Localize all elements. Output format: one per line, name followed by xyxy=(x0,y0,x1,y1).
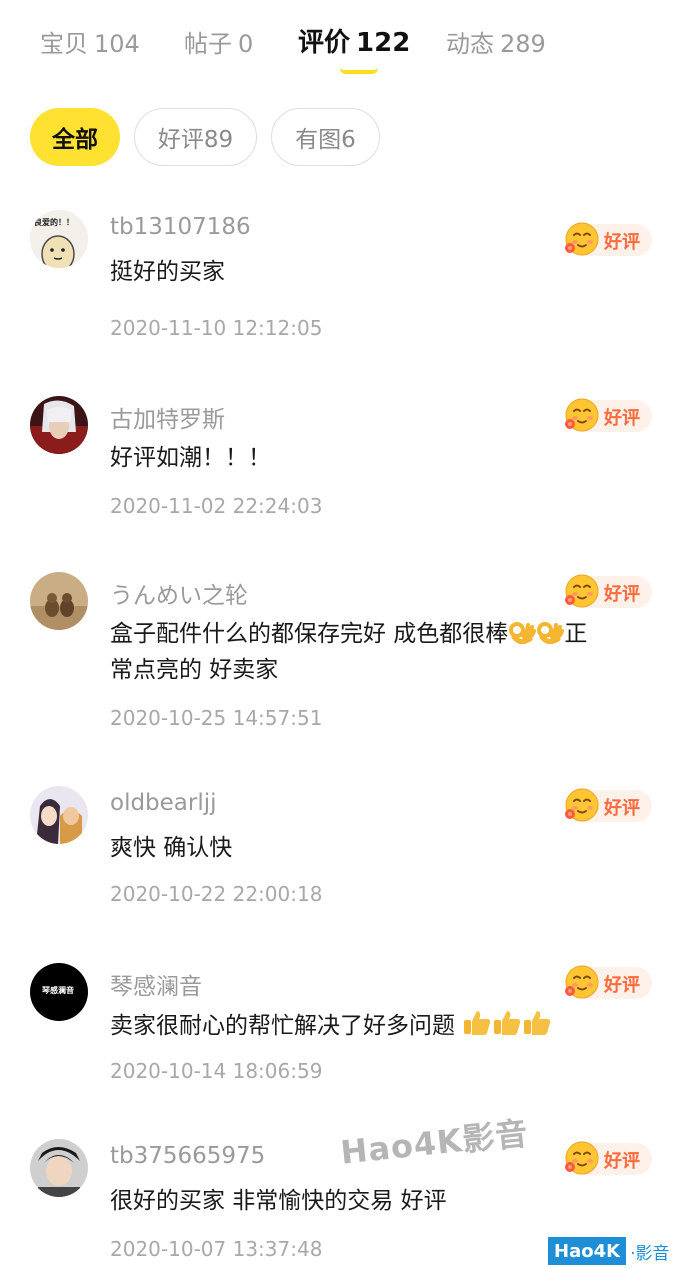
avatar[interactable]: 良爱的！！ xyxy=(30,210,88,268)
positive-review-badge: 好评 xyxy=(566,224,652,256)
avatar[interactable]: 琴感澜音 xyxy=(30,963,88,1021)
avatar-portrait-icon xyxy=(30,1139,88,1197)
review-content: 盒子配件什么的都保存完好 成色都很棒 正 常点亮的 好卖家 xyxy=(110,616,650,688)
positive-review-badge: 好评 xyxy=(566,400,652,432)
filter-all-button[interactable]: 全部 xyxy=(30,108,120,166)
tab-items[interactable]: 宝贝 104 xyxy=(40,24,140,59)
avatar[interactable] xyxy=(30,1139,88,1197)
review-content: 卖家很耐心的帮忙解决了好多问题 xyxy=(110,1007,650,1044)
review-username[interactable]: oldbearljj xyxy=(110,790,217,816)
tab-activity[interactable]: 动态 289 xyxy=(446,24,546,59)
review-date: 2020-11-02 22:24:03 xyxy=(110,494,323,518)
review-date: 2020-10-22 22:00:18 xyxy=(110,882,323,906)
watermark-corner: Hao4K ·影音 xyxy=(548,1237,669,1265)
avatar[interactable] xyxy=(30,396,88,454)
avatar-caption: 琴感澜音 xyxy=(42,986,74,995)
smiling-face-icon xyxy=(564,787,600,823)
active-tab-indicator xyxy=(340,68,378,74)
tab-posts[interactable]: 帖子 0 xyxy=(184,24,253,59)
review-username[interactable]: tb375665975 xyxy=(110,1143,265,1169)
review-username[interactable]: 古加特罗斯 xyxy=(110,400,225,434)
badge-label: 好评 xyxy=(604,975,640,996)
review-date: 2020-11-10 12:12:05 xyxy=(110,316,323,340)
review-item: oldbearljj 爽快 确认快 2020-10-22 22:00:18 好评 xyxy=(0,786,680,956)
tab-posts-label: 帖子 xyxy=(184,30,232,58)
review-username[interactable]: うんめい之轮 xyxy=(110,576,248,610)
avatar[interactable] xyxy=(30,572,88,630)
review-date: 2020-10-25 14:57:51 xyxy=(110,706,323,730)
smiling-face-icon xyxy=(564,1140,600,1176)
tab-activity-count: 289 xyxy=(500,30,546,58)
badge-label: 好评 xyxy=(604,584,640,605)
review-date: 2020-10-14 18:06:59 xyxy=(110,1059,323,1083)
review-content: 挺好的买家 xyxy=(110,259,225,285)
tab-posts-count: 0 xyxy=(238,30,254,58)
badge-label: 好评 xyxy=(604,1151,640,1172)
avatar[interactable] xyxy=(30,786,88,844)
review-content-line2: 常点亮的 好卖家 xyxy=(110,657,279,683)
filter-with-photos-label: 有图6 xyxy=(295,127,356,153)
review-date: 2020-10-07 13:37:48 xyxy=(110,1237,323,1261)
avatar-caption: 良爱的！！ xyxy=(34,218,74,227)
filter-all-label: 全部 xyxy=(52,127,98,153)
smiling-face-icon xyxy=(564,397,600,433)
smiling-face-icon xyxy=(564,573,600,609)
thumbs-up-icon xyxy=(522,1007,552,1037)
review-item: うんめい之轮 盒子配件什么的都保存完好 成色都很棒 正 常点亮的 好卖家 2020… xyxy=(0,572,680,742)
review-item: 古加特罗斯 好评如潮！！！ 2020-11-02 22:24:03 好评 xyxy=(0,396,680,566)
review-item: 琴感澜音 琴感澜音 卖家很耐心的帮忙解决了好多问题 2020-10-14 18:… xyxy=(0,963,680,1133)
badge-label: 好评 xyxy=(604,798,640,819)
filter-positive-label: 好评89 xyxy=(157,127,234,153)
tab-reviews[interactable]: 评价 122 xyxy=(298,22,410,59)
review-username[interactable]: tb13107186 xyxy=(110,214,251,240)
tab-items-label: 宝贝 xyxy=(40,30,88,58)
smiling-face-icon xyxy=(564,964,600,1000)
ok-hand-icon xyxy=(508,617,536,645)
review-content: 很好的买家 非常愉快的交易 好评 xyxy=(110,1188,447,1214)
tab-activity-label: 动态 xyxy=(446,30,494,58)
watermark-corner-box: Hao4K xyxy=(548,1237,627,1265)
badge-label: 好评 xyxy=(604,232,640,253)
thumbs-up-icon xyxy=(492,1007,522,1037)
tab-items-count: 104 xyxy=(94,30,140,58)
review-content-text: 卖家很耐心的帮忙解决了好多问题 xyxy=(110,1013,455,1039)
smiling-face-icon xyxy=(564,221,600,257)
review-content-line1-end: 正 xyxy=(564,621,588,647)
tab-reviews-count: 122 xyxy=(356,28,411,58)
positive-review-badge: 好评 xyxy=(566,967,652,999)
tab-reviews-label: 评价 xyxy=(298,28,351,58)
review-content: 好评如潮！！！ xyxy=(110,445,271,471)
avatar-animals-icon xyxy=(30,572,88,630)
tab-bar: 宝贝 104 帖子 0 评价 122 动态 289 xyxy=(0,0,680,84)
review-content: 爽快 确认快 xyxy=(110,835,233,861)
ok-hand-icon xyxy=(536,617,564,645)
avatar-anime-icon xyxy=(30,786,88,844)
thumbs-up-icon xyxy=(462,1007,492,1037)
positive-review-badge: 好评 xyxy=(566,576,652,608)
filter-with-photos-button[interactable]: 有图6 xyxy=(271,108,380,166)
review-item: 良爱的！！ tb13107186 挺好的买家 2020-11-10 12:12:… xyxy=(0,210,680,380)
filter-positive-button[interactable]: 好评89 xyxy=(134,108,257,166)
watermark-corner-text: ·影音 xyxy=(630,1243,670,1264)
review-username[interactable]: 琴感澜音 xyxy=(110,967,202,1001)
review-content-line1: 盒子配件什么的都保存完好 成色都很棒 xyxy=(110,621,509,647)
positive-review-badge: 好评 xyxy=(566,790,652,822)
badge-label: 好评 xyxy=(604,408,640,429)
positive-review-badge: 好评 xyxy=(566,1143,652,1175)
avatar-character-icon xyxy=(30,396,88,454)
